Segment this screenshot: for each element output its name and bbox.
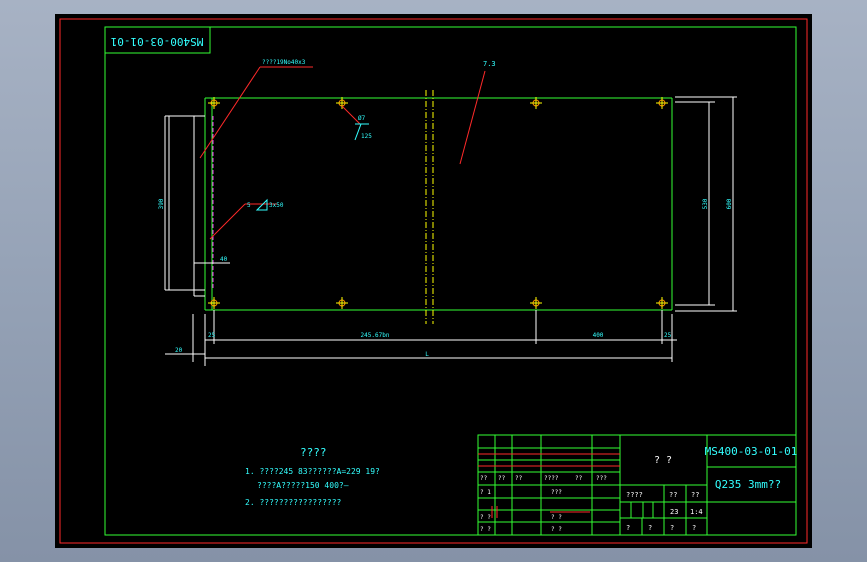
tb-col-label: ????: [626, 491, 643, 499]
tb-left-r1-2: ??: [498, 475, 506, 482]
break-lines: [425, 90, 434, 324]
dim-span-mid: 245.67bn: [361, 332, 390, 339]
tb-left-r2-2: ???: [551, 489, 562, 496]
hole: [530, 97, 542, 109]
notes-line-1: 1. ????245 83??????A=229 19?: [245, 467, 380, 476]
tb-left-r4-1: ? ?: [480, 526, 491, 533]
side-profile: [165, 115, 205, 297]
drawing-sheet: MS400-03-01-01 ????19No40x3 7.3 Ø7 125 5…: [55, 14, 812, 548]
hole: [656, 297, 668, 309]
tb-bottom-4: ?: [692, 524, 696, 532]
tb-left-r3-2: ? ?: [551, 514, 562, 521]
tb-drawing-number: MS400-03-01-01: [705, 445, 798, 458]
weld-symbol: [255, 198, 268, 211]
small-dim: 40: [220, 256, 228, 263]
dim-offset-bottom: 20: [175, 347, 183, 354]
hole: [336, 97, 348, 109]
weld-size: 3x50: [269, 202, 284, 209]
tb-col-label3: ??: [691, 491, 699, 499]
leader-top-label: ????19No40x3: [262, 59, 306, 66]
tb-left-r1-3: ??: [515, 475, 523, 482]
notes-line-2: ????A?????150 400?—: [257, 481, 349, 490]
tb-bottom-1: ?: [626, 524, 630, 532]
hole: [208, 297, 220, 309]
tb-left-r1-5: ??: [575, 475, 583, 482]
tb-left-r1-6: ???: [596, 475, 607, 482]
tb-left-r1-4: ????: [544, 475, 559, 482]
tb-left-r1-1: ??: [480, 475, 488, 482]
tb-sheet-count: 23: [670, 508, 678, 516]
dim-height-outer: 600: [726, 198, 733, 209]
cad-drawing: MS400-03-01-01 ????19No40x3 7.3 Ø7 125 5…: [59, 18, 808, 544]
hole: [336, 297, 348, 309]
weld-leg: 5: [247, 202, 251, 209]
dim-total: L: [425, 351, 429, 358]
tb-col-label2: ??: [669, 491, 677, 499]
dim-offset-left: 25: [208, 332, 216, 339]
hole-count: 125: [361, 133, 372, 140]
hole: [656, 97, 668, 109]
tb-left-r3-1: ? ?: [480, 514, 491, 521]
dim-height-left: 390: [158, 198, 165, 209]
tb-material: Q235 3mm??: [715, 478, 781, 491]
tb-scale: 1:4: [690, 508, 703, 516]
title-block-red-lines: [478, 453, 620, 518]
leader-right-label: 7.3: [483, 60, 496, 68]
tb-left-r4-2: ? ?: [551, 526, 562, 533]
hole-callout: Ø7: [358, 115, 366, 122]
dim-span-right: 400: [593, 332, 604, 339]
leader-lines: [199, 66, 486, 240]
dim-offset-right: 25: [664, 332, 672, 339]
tb-bottom-2: ?: [648, 524, 652, 532]
tb-part-name: ? ?: [654, 455, 672, 466]
hole: [208, 97, 220, 109]
hole: [530, 297, 542, 309]
notes-line-3: 2. ?????????????????: [245, 498, 342, 507]
notes-heading: ????: [300, 446, 327, 459]
tb-left-r2-1: ? 1: [480, 489, 491, 496]
tb-bottom-3: ?: [670, 524, 674, 532]
dim-height-inner: 530: [702, 198, 709, 209]
mirrored-number: MS400-03-01-01: [111, 35, 204, 48]
